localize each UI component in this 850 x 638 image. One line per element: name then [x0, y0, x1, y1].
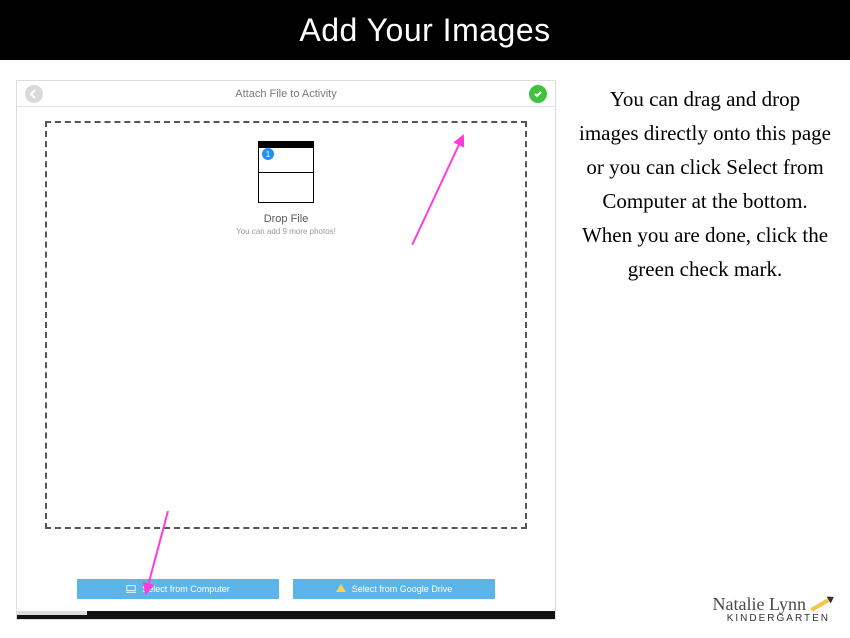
- back-button[interactable]: [25, 85, 43, 103]
- check-icon: [533, 89, 543, 99]
- drop-area[interactable]: 1 Drop File You can add 9 more photos!: [45, 121, 527, 529]
- footer-subtitle: KINDERGARTEN: [713, 613, 830, 624]
- drop-label: Drop File: [264, 213, 309, 225]
- screenshot-title: Attach File to Activity: [235, 88, 336, 100]
- select-drive-label: Select from Google Drive: [352, 584, 453, 594]
- select-from-computer-button[interactable]: Select from Computer: [77, 579, 279, 599]
- app-screenshot: Attach File to Activity 1 Drop File You …: [16, 80, 556, 620]
- pencil-icon: [810, 598, 829, 611]
- instructions-text: You can drag and drop images directly on…: [574, 80, 838, 630]
- title-bar: Add Your Images: [0, 0, 850, 60]
- select-computer-label: Select from Computer: [142, 584, 230, 594]
- thumbnail-count-badge: 1: [262, 148, 274, 160]
- page-title: Add Your Images: [299, 12, 550, 49]
- content-row: Attach File to Activity 1 Drop File You …: [0, 60, 850, 638]
- computer-icon: [126, 584, 136, 594]
- arrow-left-icon: [29, 89, 39, 99]
- file-thumbnail: 1: [258, 141, 314, 203]
- taskbar: [17, 611, 555, 619]
- footer-logo: Natalie Lynn KINDERGARTEN: [713, 594, 830, 624]
- select-from-drive-button[interactable]: Select from Google Drive: [293, 579, 495, 599]
- confirm-button[interactable]: [529, 85, 547, 103]
- footer-author: Natalie Lynn: [713, 594, 830, 615]
- screenshot-header: Attach File to Activity: [17, 81, 555, 107]
- drop-sublabel: You can add 9 more photos!: [236, 227, 336, 236]
- google-drive-icon: [336, 584, 346, 592]
